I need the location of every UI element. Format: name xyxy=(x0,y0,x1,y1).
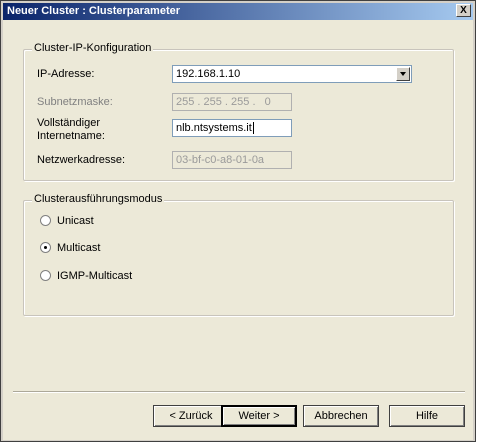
back-button[interactable]: < Zurück xyxy=(153,405,229,427)
dialog-content: Cluster-IP-Konfiguration IP-Adresse: 192… xyxy=(3,20,473,440)
text-caret xyxy=(252,122,254,135)
close-button[interactable]: X xyxy=(456,4,471,17)
close-icon: X xyxy=(460,5,467,16)
help-button[interactable]: Hilfe xyxy=(389,405,465,427)
chevron-down-icon[interactable] xyxy=(396,67,410,81)
fqdn-label: Vollständiger Internetname: xyxy=(37,117,105,142)
radio-label-igmp-multicast: IGMP-Multicast xyxy=(57,270,133,282)
button-separator xyxy=(13,391,465,393)
radio-label-unicast: Unicast xyxy=(57,215,94,227)
radio-button-multicast[interactable] xyxy=(40,242,51,253)
ip-address-value: 192.168.1.10 xyxy=(176,68,241,80)
fqdn-input[interactable]: nlb.ntsystems.it xyxy=(172,119,292,137)
radio-label-multicast: Multicast xyxy=(57,242,101,254)
subnet-mask-field: 255 . 255 . 255 . 0 xyxy=(172,93,292,111)
radio-button-unicast[interactable] xyxy=(40,215,51,226)
ip-address-label: IP-Adresse: xyxy=(37,68,95,80)
fqdn-value: nlb.ntsystems.it xyxy=(176,122,252,134)
window-title: Neuer Cluster : Clusterparameter xyxy=(7,5,181,17)
cluster-mode-legend: Clusterausführungsmodus xyxy=(32,193,165,205)
next-button[interactable]: Weiter > xyxy=(221,405,297,427)
subnet-mask-label: Subnetzmaske: xyxy=(37,96,113,108)
dialog-window: Neuer Cluster : Clusterparameter X Clust… xyxy=(0,0,476,442)
title-bar[interactable]: Neuer Cluster : Clusterparameter X xyxy=(3,3,473,20)
subnet-mask-value: 255 . 255 . 255 . 0 xyxy=(176,96,271,108)
network-address-value: 03-bf-c0-a8-01-0a xyxy=(176,154,265,166)
ip-config-legend: Cluster-IP-Konfiguration xyxy=(32,42,154,54)
cancel-button[interactable]: Abbrechen xyxy=(303,405,379,427)
network-address-field: 03-bf-c0-a8-01-0a xyxy=(172,151,292,169)
network-address-label: Netzwerkadresse: xyxy=(37,154,126,166)
radio-button-igmp-multicast[interactable] xyxy=(40,270,51,281)
ip-address-dropdown[interactable]: 192.168.1.10 xyxy=(172,65,412,83)
